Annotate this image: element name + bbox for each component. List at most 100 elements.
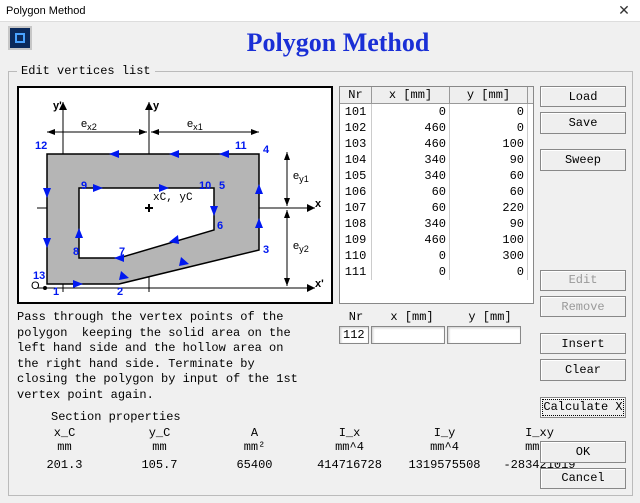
cell-y: 90 — [450, 216, 528, 232]
val-a: 65400 — [207, 458, 302, 472]
cell-nr: 109 — [340, 232, 372, 248]
table-header: Nr x [mm] y [mm] — [340, 87, 533, 104]
remove-button[interactable]: Remove — [540, 296, 626, 317]
cell-x: 460 — [372, 232, 450, 248]
yprime-label: y' — [53, 100, 62, 112]
table-row[interactable]: 10760220 — [340, 200, 533, 216]
titlebar: Polygon Method ✕ — [0, 0, 640, 22]
cancel-button[interactable]: Cancel — [540, 468, 626, 489]
ex2-label: ex2 — [81, 118, 97, 132]
unit: mm — [17, 440, 112, 454]
xprime-label: x' — [315, 278, 324, 290]
cell-y: 90 — [450, 152, 528, 168]
close-icon[interactable]: ✕ — [610, 2, 638, 20]
th-nr: Nr — [340, 87, 372, 103]
app-icon — [8, 26, 32, 50]
cell-y: 100 — [450, 232, 528, 248]
cell-y: 0 — [450, 104, 528, 120]
vertex-num: 11 — [235, 140, 247, 152]
vertex-num: 12 — [35, 140, 47, 152]
table-row[interactable]: 10834090 — [340, 216, 533, 232]
cell-nr: 102 — [340, 120, 372, 136]
clear-button[interactable]: Clear — [540, 359, 626, 380]
val-yc: 105.7 — [112, 458, 207, 472]
unit: mm² — [207, 440, 302, 454]
cell-nr: 110 — [340, 248, 372, 264]
cell-nr: 103 — [340, 136, 372, 152]
cell-y: 300 — [450, 248, 528, 264]
table-row[interactable]: 10534060 — [340, 168, 533, 184]
vertex-num: 7 — [119, 246, 125, 258]
centroid-label: xC, yC — [153, 192, 193, 204]
header-row: Polygon Method — [0, 22, 640, 58]
load-button[interactable]: Load — [540, 86, 626, 107]
table-row[interactable]: 109460100 — [340, 232, 533, 248]
cell-x: 460 — [372, 120, 450, 136]
table-row[interactable]: 10100 — [340, 104, 533, 120]
cell-nr: 104 — [340, 152, 372, 168]
col-xc: x_C — [17, 426, 112, 440]
window-title: Polygon Method — [6, 5, 610, 17]
cell-y: 220 — [450, 200, 528, 216]
edit-button[interactable]: Edit — [540, 270, 626, 291]
vertex-num: 13 — [33, 270, 45, 282]
table-row[interactable]: 1066060 — [340, 184, 533, 200]
cell-nr: 107 — [340, 200, 372, 216]
x-label: x — [315, 198, 321, 210]
col-a: A — [207, 426, 302, 440]
vertices-table[interactable]: Nr x [mm] y [mm] 10100102460010346010010… — [339, 86, 534, 304]
cell-x: 460 — [372, 136, 450, 152]
ok-button[interactable]: OK — [540, 441, 626, 462]
th-y: y [mm] — [450, 87, 528, 103]
th-x: x [mm] — [372, 87, 450, 103]
cell-x: 340 — [372, 168, 450, 184]
cell-y: 60 — [450, 168, 528, 184]
table-row[interactable]: 11100 — [340, 264, 533, 280]
inp-hdr-x: x [mm] — [373, 310, 451, 324]
main-fieldset: Edit vertices list — [8, 64, 633, 496]
cell-x: 0 — [372, 248, 450, 264]
cell-x: 340 — [372, 152, 450, 168]
vertex-num: 4 — [263, 144, 269, 156]
ey1-label: ey1 — [293, 170, 309, 184]
vertex-num: 1 — [53, 286, 59, 298]
polygon-diagram: y' y x x' ex2 ex1 ey1 ey2 xC, yC O 1 2 3… — [17, 86, 333, 304]
vertex-num: 2 — [117, 286, 123, 298]
calculate-button[interactable]: Calculate X — [540, 397, 626, 418]
vertex-num: 10 — [199, 180, 211, 192]
ex1-label: ex1 — [187, 118, 203, 132]
vertex-num: 8 — [73, 246, 79, 258]
cell-nr: 101 — [340, 104, 372, 120]
table-row[interactable]: 10434090 — [340, 152, 533, 168]
fieldset-legend: Edit vertices list — [17, 64, 155, 78]
table-row[interactable]: 1100300 — [340, 248, 533, 264]
input-x[interactable] — [371, 326, 445, 344]
cell-y: 0 — [450, 264, 528, 280]
unit: mm — [112, 440, 207, 454]
page-title: Polygon Method — [36, 28, 640, 58]
input-y[interactable] — [447, 326, 521, 344]
cell-nr: 105 — [340, 168, 372, 184]
cell-nr: 111 — [340, 264, 372, 280]
table-row[interactable]: 1024600 — [340, 120, 533, 136]
insert-button[interactable]: Insert — [540, 333, 626, 354]
vertex-num: 9 — [81, 180, 87, 192]
cell-y: 100 — [450, 136, 528, 152]
cell-x: 60 — [372, 184, 450, 200]
table-row[interactable]: 103460100 — [340, 136, 533, 152]
save-button[interactable]: Save — [540, 112, 626, 133]
ey2-label: ey2 — [293, 240, 309, 254]
cell-x: 340 — [372, 216, 450, 232]
val-xc: 201.3 — [17, 458, 112, 472]
sweep-button[interactable]: Sweep — [540, 149, 626, 170]
cell-y: 60 — [450, 184, 528, 200]
inp-hdr-nr: Nr — [339, 310, 373, 324]
cell-x: 0 — [372, 264, 450, 280]
cell-x: 60 — [372, 200, 450, 216]
cell-y: 0 — [450, 120, 528, 136]
vertex-num: 3 — [263, 244, 269, 256]
input-nr[interactable] — [339, 326, 369, 344]
cell-nr: 106 — [340, 184, 372, 200]
vertex-num: 5 — [219, 180, 225, 192]
y-label: y — [153, 100, 159, 112]
